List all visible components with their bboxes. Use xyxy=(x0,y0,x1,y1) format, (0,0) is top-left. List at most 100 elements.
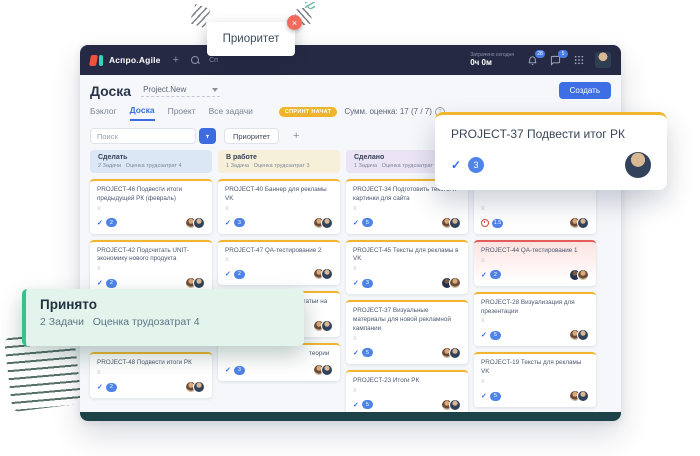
tab-backlog[interactable]: Бэклог xyxy=(90,106,117,120)
card-avatars xyxy=(313,320,333,332)
window-bottom-strip xyxy=(80,412,621,421)
card-avatars xyxy=(569,390,589,402)
close-icon[interactable]: × xyxy=(287,15,302,30)
card-avatars xyxy=(185,277,205,289)
estimate-badge: 1.5 xyxy=(492,219,503,228)
description-icon: ≡ xyxy=(225,257,333,263)
card-avatars xyxy=(185,381,205,393)
card-footer: ✓ 2 xyxy=(97,277,205,289)
apps-grid-icon[interactable] xyxy=(572,54,585,67)
avatar xyxy=(449,277,461,289)
check-icon: ✓ xyxy=(225,270,231,278)
description-icon: ≡ xyxy=(481,258,589,264)
add-icon[interactable]: + xyxy=(173,55,179,66)
time-tracker-value: 0ч 0м xyxy=(470,58,514,68)
kanban-card[interactable]: PROJECT-42 Подсчитать UNIT-экономику нов… xyxy=(90,240,212,295)
project-selector[interactable]: Project.New xyxy=(141,84,220,97)
page-title: Доска xyxy=(90,83,131,99)
chevron-down-icon xyxy=(212,88,218,92)
deadline-icon xyxy=(481,219,489,227)
estimate-badge: 3 xyxy=(234,218,245,227)
priority-filter-chip[interactable]: Приоритет xyxy=(224,128,279,144)
description-icon: ≡ xyxy=(353,206,461,212)
messages-chat-icon[interactable]: 5 xyxy=(549,54,562,67)
card-avatars xyxy=(441,399,461,411)
avatar xyxy=(577,217,589,229)
user-avatar[interactable] xyxy=(595,52,611,68)
avatar xyxy=(577,269,589,281)
column-header: Сделать 2 Задачи Оценка трудозатрат 4 xyxy=(90,150,212,173)
notifications-count-badge: 28 xyxy=(535,50,545,58)
column-cards: ≡ 1.5 PROJECT-44 QA-тестирование 1 ≡ ✓ 2… xyxy=(474,179,596,419)
task-card-callout[interactable]: PROJECT-37 Подвести итог РК ✓ 3 xyxy=(435,112,667,190)
summary-estimate: Сумм. оценка: 17 (7 / 7) ? xyxy=(344,107,445,117)
estimate-badge: 3 xyxy=(362,279,373,288)
accepted-title: Принято xyxy=(40,297,290,312)
page-head: Доска Project.New Создать xyxy=(80,75,621,102)
card-footer: ✓ 5 xyxy=(481,329,589,341)
check-icon: ✓ xyxy=(353,349,359,357)
kanban-card[interactable]: PROJECT-23 Итоги РК ≡ ✓ 5 xyxy=(346,370,468,416)
estimate-badge: 5 xyxy=(490,392,501,401)
add-filter-button[interactable]: + xyxy=(287,130,305,143)
card-avatars xyxy=(313,364,333,376)
card-avatars xyxy=(569,269,589,281)
header-menu-item[interactable]: Сп xyxy=(209,57,218,64)
check-icon: ✓ xyxy=(353,401,359,409)
estimate-badge: 5 xyxy=(362,348,373,357)
description-icon: ≡ xyxy=(353,266,461,272)
priority-tooltip-label: Приоритет xyxy=(223,33,280,45)
description-icon: ≡ xyxy=(353,388,461,394)
card-footer: 1.5 xyxy=(481,217,589,229)
kanban-card[interactable]: PROJECT-40 Баннер для рекламы VK ≡ ✓ 3 xyxy=(218,179,340,234)
check-icon: ✓ xyxy=(97,279,103,287)
check-icon: ✓ xyxy=(225,219,231,227)
tab-board[interactable]: Доска xyxy=(130,105,155,121)
card-avatars xyxy=(313,217,333,229)
avatar xyxy=(577,390,589,402)
card-avatars xyxy=(313,268,333,280)
check-icon: ✓ xyxy=(481,392,487,400)
kanban-card[interactable]: PROJECT-28 Визуализация для презентации … xyxy=(474,292,596,347)
priority-tooltip: Приоритет × xyxy=(207,22,295,56)
tab-project[interactable]: Проект xyxy=(168,106,196,120)
search-input[interactable] xyxy=(90,128,196,144)
kanban-card[interactable]: PROJECT-44 QA-тестирование 1 ≡ ✓ 2 xyxy=(474,240,596,286)
card-footer: ✓ 2 xyxy=(481,269,589,281)
kanban-card[interactable]: PROJECT-19 Тексты для рекламы VK ≡ ✓ 5 xyxy=(474,352,596,407)
estimate-badge: 2 xyxy=(106,218,117,227)
kanban-card[interactable]: PROJECT-48 Подвести итоги РК ≡ ✓ 2 xyxy=(90,352,212,398)
messages-count-badge: 5 xyxy=(558,50,568,58)
card-title: PROJECT-46 Подвести итоги предыдущей РК … xyxy=(97,186,205,204)
kanban-card[interactable]: теории ✓ 3 xyxy=(218,343,340,381)
avatar xyxy=(193,381,205,393)
estimate-badge: 5 xyxy=(362,218,373,227)
card-footer: ✓ 2 xyxy=(225,268,333,280)
column-cards: PROJECT-34 Подготовить тексты и картинки… xyxy=(346,179,468,416)
card-footer: ✓ 2 xyxy=(97,217,205,229)
tab-all-tasks[interactable]: Все задачи xyxy=(209,106,253,120)
kanban-card[interactable]: PROJECT-45 Тексты для рекламы в VK ≡ ✓ 3 xyxy=(346,240,468,295)
kanban-card[interactable]: PROJECT-47 QA-тестирование 2 ≡ ✓ 2 xyxy=(218,240,340,286)
search-icon[interactable] xyxy=(191,56,200,65)
kanban-card[interactable]: PROJECT-37 Визуальные материалы для ново… xyxy=(346,300,468,363)
estimate-badge: 2 xyxy=(234,270,245,279)
estimate-badge: 3 xyxy=(234,366,245,375)
app-name: Аспро.Agile xyxy=(109,55,161,65)
avatar xyxy=(321,217,333,229)
avatar xyxy=(449,217,461,229)
create-button[interactable]: Создать xyxy=(559,82,611,99)
notifications-bell-icon[interactable]: 28 xyxy=(526,54,539,67)
card-footer: ✓ 5 xyxy=(353,399,461,411)
task-card-callout-title: PROJECT-37 Подвести итог РК xyxy=(451,127,651,141)
avatar xyxy=(577,329,589,341)
column-header: В работе 1 Задача Оценка трудозатрат 3 xyxy=(218,150,340,173)
filter-funnel-button[interactable] xyxy=(199,128,216,144)
kanban-card[interactable]: PROJECT-46 Подвести итоги предыдущей РК … xyxy=(90,179,212,234)
estimate-badge: 3 xyxy=(468,157,484,173)
check-icon: ✓ xyxy=(97,219,103,227)
avatar xyxy=(193,277,205,289)
description-icon: ≡ xyxy=(353,336,461,342)
column-subtitle: 1 Задача Оценка трудозатрат 3 xyxy=(226,163,332,169)
card-footer: ✓ 5 xyxy=(481,390,589,402)
